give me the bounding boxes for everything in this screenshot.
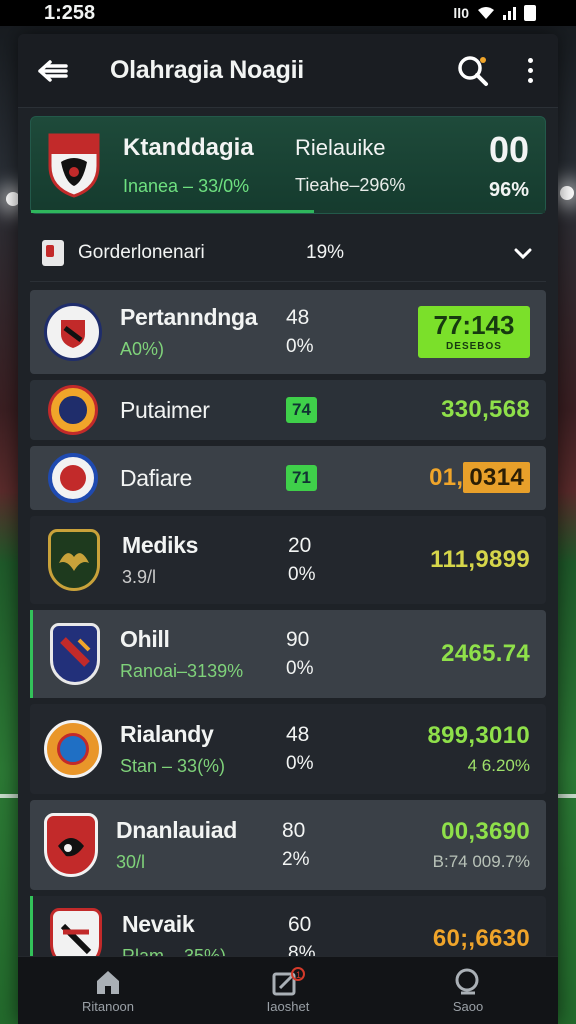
match-value: 00,3690 [441,818,530,845]
list-item[interactable]: Dnanlauiad 30/l 80 2% 00,3690 B:74 009.7… [30,800,546,890]
signal-text: ll0 [453,5,469,21]
stat-top: 90 [286,628,310,651]
stat-bottom: 0% [286,658,314,679]
bottom-nav: Ritanoon 1 Iaoshet Saoo [18,956,558,1024]
odds-chip[interactable]: 71 [286,465,317,491]
team-sub: Stan – 33(%) [120,756,226,776]
featured-score: 00 [488,128,529,170]
list-item[interactable]: Ohill Ranoai–3139% 90 0% 2465.74 [30,610,546,698]
app-bar: Olahragia Noagii [18,34,558,108]
home-icon [97,971,119,994]
timer-label: DESEBOS [446,341,502,352]
team-name: Nevaik [122,911,195,937]
team-crest-icon [50,623,100,685]
nav-label: Saoo [452,999,484,1014]
nav-search[interactable]: Saoo [408,967,528,1014]
list-item[interactable]: Pertanndnga A0%) 48 0% 77:143 DESEBOS [30,290,546,374]
match-value: 01, 0314 [386,462,530,493]
list-item[interactable]: Putaimer 74 330,568 [30,380,546,440]
team-sub: 3.9/l [122,567,157,587]
chevron-down-icon[interactable] [512,242,534,264]
match-value: 2465.74 [441,640,530,667]
arrow-left-icon[interactable] [36,56,72,86]
team-crest-icon [44,720,102,778]
nav-label: Ritanoon [81,999,135,1014]
match-value-sub: B:74 009.7% [432,852,530,871]
list-item[interactable]: Mediks 3.9/l 20 0% 111,9899 [30,516,546,604]
featured-opponent-sub: Tieahe–296% [295,174,406,195]
stat-top: 60 [288,913,312,936]
stat-top: 20 [288,534,312,557]
team-crest-icon [48,453,98,503]
timer-value: 77:143 [433,310,515,340]
team-sub: Ranoai–3139% [120,661,244,681]
team-name: Dafiare [120,464,193,491]
team-crest-icon [44,813,98,877]
team-name: Ohill [120,626,170,652]
match-value-highlight: 0314 [463,462,530,493]
list-item[interactable]: Dafiare 71 01, 0314 [30,446,546,510]
nav-bets[interactable]: 1 Iaoshet [228,967,348,1014]
team-name: Mediks [122,532,199,558]
team-crest-icon [48,529,100,591]
stat-bottom: 0% [288,564,316,585]
status-time: 1:258 [44,1,96,24]
bets-icon: 1 [272,967,305,996]
team-crest-icon [48,385,98,435]
league-icon [42,239,64,266]
featured-opponent-name: Rielauike [295,134,386,160]
stat-bottom: 0% [286,753,314,774]
section-header[interactable]: Gorderlonenari 19% [30,224,546,282]
match-value-sub: 4 6.20% [467,756,530,775]
featured-team-sub: Inanea – 33/0% [123,175,250,196]
team-name: Dnanlauiad [116,817,237,843]
battery-icon [524,5,536,21]
stat-bottom: 0% [286,336,314,357]
stat-top: 80 [282,819,306,842]
featured-percent: 96% [488,178,529,201]
status-icons: ll0 [453,5,536,21]
stat-top: 48 [286,306,310,329]
wifi-icon [478,7,494,19]
match-list: Pertanndnga A0%) 48 0% 77:143 DESEBOS Pu… [30,290,546,982]
stat-top: 48 [286,723,310,746]
app-panel: Olahragia Noagii Ktanddagia Inanea – 33/… [18,34,558,1024]
team-name: Rialandy [120,721,214,747]
stat-bottom: 2% [282,849,310,870]
match-value: 111,9899 [430,546,530,573]
nav-home[interactable]: Ritanoon [48,967,168,1014]
team-sub: 30/l [116,852,146,872]
featured-team-name: Ktanddagia [123,133,254,161]
match-value: 899,3010 [427,722,530,749]
page-title: Olahragia Noagii [110,56,304,84]
odds-chip[interactable]: 74 [286,397,317,423]
floodlight [560,186,574,200]
status-bar: 1:258 ll0 [0,0,576,26]
match-value-plain: 01, [429,464,464,491]
team-name: Putaimer [120,396,210,423]
team-sub: A0%) [120,339,165,359]
team-crest-icon [44,303,102,361]
search-icon[interactable] [456,54,490,88]
team-crest-icon [48,133,100,198]
match-value: 60;,6630 [432,925,530,952]
match-value: 330,568 [441,396,530,423]
match-timer[interactable]: 77:143 DESEBOS [418,306,530,358]
section-title: Gorderlonenari [78,241,205,263]
section-percent: 19% [306,241,345,263]
featured-match-card[interactable]: Ktanddagia Inanea – 33/0% Rielauike Tiea… [30,116,546,214]
list-item[interactable]: Rialandy Stan – 33(%) 48 0% 899,3010 4 6… [30,704,546,794]
search-icon [455,968,479,995]
cell-signal-icon [503,6,516,20]
more-vertical-icon[interactable] [520,54,540,88]
nav-badge: 1 [296,970,301,980]
team-name: Pertanndnga [120,304,258,330]
featured-progress-fill [31,210,314,213]
nav-label: Iaoshet [266,999,310,1014]
